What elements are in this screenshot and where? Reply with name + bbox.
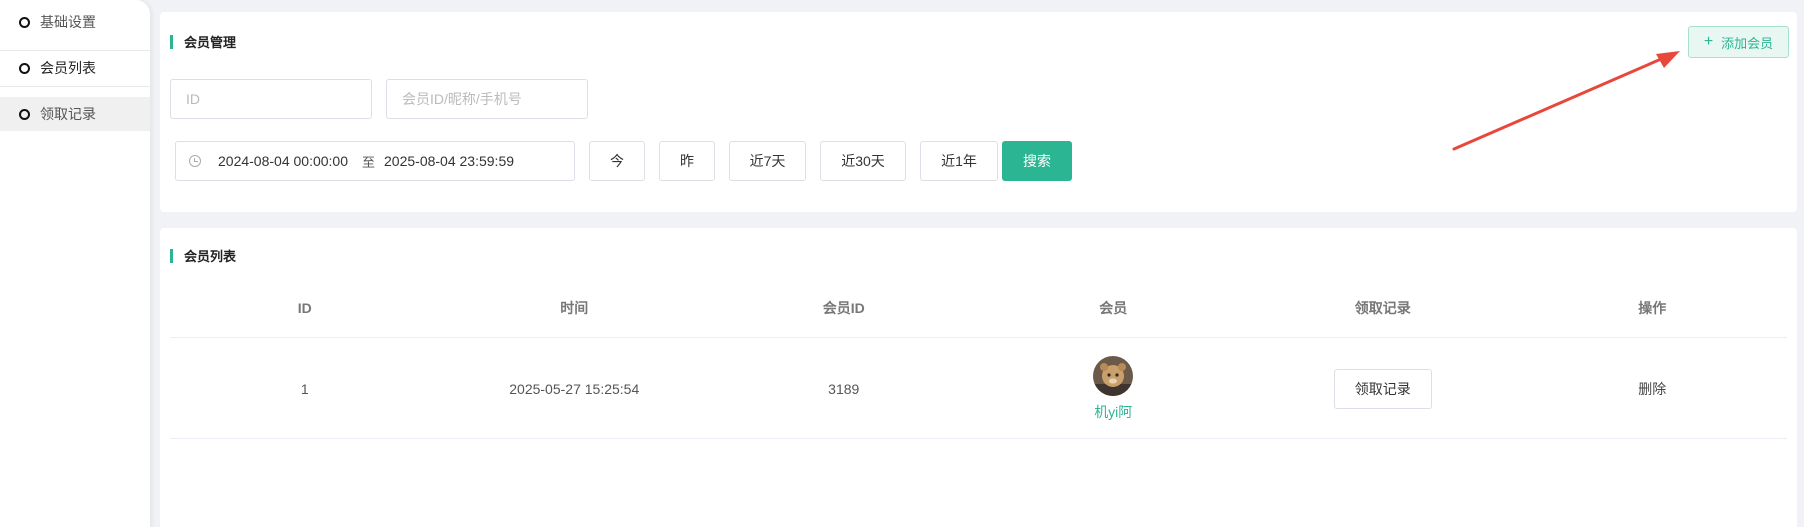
last-30-days-label: 近30天 xyxy=(841,153,885,169)
divider xyxy=(0,86,150,87)
sidebar-item-label: 会员列表 xyxy=(40,60,96,76)
cell-id: 1 xyxy=(300,380,309,397)
table-header: ID 时间 会员ID 会员 领取记录 操作 xyxy=(170,278,1787,338)
today-label: 今 xyxy=(610,153,624,169)
cell-claim-records: 领取记录 xyxy=(1248,339,1518,438)
last-30-days-button[interactable]: 近30天 xyxy=(820,141,906,181)
cell-member-id: 3189 xyxy=(828,380,860,397)
member-management-panel: 会员管理 + 添加会员 2024-08-04 00:00:00 至 2025-0… xyxy=(160,12,1797,212)
column-header-actions: 操作 xyxy=(1638,299,1667,316)
id-input[interactable] xyxy=(170,79,372,119)
avatar xyxy=(1093,355,1134,396)
yesterday-label: 昨 xyxy=(680,153,694,169)
delete-link[interactable]: 删除 xyxy=(1638,379,1666,399)
section-title-text: 会员列表 xyxy=(184,249,237,264)
section-title-text: 会员管理 xyxy=(184,35,237,50)
sidebar-item-label: 基础设置 xyxy=(40,14,96,30)
column-header-id: ID xyxy=(297,299,312,316)
today-button[interactable]: 今 xyxy=(589,141,645,181)
date-range-picker[interactable]: 2024-08-04 00:00:00 至 2025-08-04 23:59:5… xyxy=(175,141,575,181)
search-label: 搜索 xyxy=(1023,153,1051,169)
circle-icon xyxy=(19,108,30,120)
title-accent-bar xyxy=(170,248,173,263)
sidebar-item-member-list[interactable]: 会员列表 xyxy=(0,51,150,85)
member-search-input[interactable] xyxy=(386,79,588,119)
sidebar-item-basic-settings[interactable]: 基础设置 xyxy=(0,5,150,39)
table-row: 1 2025-05-27 15:25:54 3189 机yi阿 领取记录 删除 xyxy=(170,339,1787,439)
yesterday-button[interactable]: 昨 xyxy=(659,141,715,181)
column-header-member: 会员 xyxy=(1099,299,1128,316)
section-title: 会员管理 xyxy=(170,32,236,51)
claim-records-button[interactable]: 领取记录 xyxy=(1333,368,1432,409)
sidebar: 基础设置 会员列表 领取记录 xyxy=(0,0,150,527)
circle-icon xyxy=(19,16,30,28)
clock-icon xyxy=(189,155,201,167)
circle-icon xyxy=(19,62,30,74)
section-title: 会员列表 xyxy=(170,246,236,265)
plus-icon: + xyxy=(1703,33,1714,50)
last-1-year-label: 近1年 xyxy=(941,153,977,169)
cell-actions: 删除 xyxy=(1518,339,1788,438)
last-1-year-button[interactable]: 近1年 xyxy=(920,141,998,181)
date-end: 2025-08-04 23:59:59 xyxy=(384,153,515,169)
last-7-days-button[interactable]: 近7天 xyxy=(729,141,806,181)
last-7-days-label: 近7天 xyxy=(749,153,786,169)
member-nickname[interactable]: 机yi阿 xyxy=(1094,402,1132,422)
date-separator: 至 xyxy=(362,154,376,170)
cell-time: 2025-05-27 15:25:54 xyxy=(509,380,640,397)
date-start: 2024-08-04 00:00:00 xyxy=(218,153,348,169)
column-header-time: 时间 xyxy=(560,299,589,316)
sidebar-item-label: 领取记录 xyxy=(40,106,96,122)
add-member-button[interactable]: + 添加会员 xyxy=(1688,26,1789,58)
column-header-member-id: 会员ID xyxy=(822,299,865,316)
search-button[interactable]: 搜索 xyxy=(1002,141,1072,181)
sidebar-item-claim-records[interactable]: 领取记录 xyxy=(0,97,150,131)
column-header-claim-records: 领取记录 xyxy=(1354,299,1411,316)
add-member-label: 添加会员 xyxy=(1721,35,1774,51)
member-list-panel: 会员列表 ID 时间 会员ID 会员 领取记录 操作 1 2025-05-27 … xyxy=(160,228,1797,527)
cell-member: 机yi阿 xyxy=(979,339,1249,438)
title-accent-bar xyxy=(170,34,173,49)
